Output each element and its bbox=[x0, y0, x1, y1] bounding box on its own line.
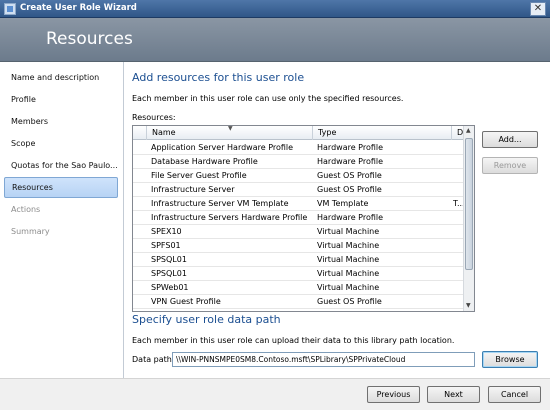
previous-button[interactable]: Previous bbox=[367, 386, 420, 403]
window-title: Create User Role Wizard bbox=[20, 3, 137, 13]
resource-type: Guest OS Profile bbox=[317, 171, 382, 180]
remove-resource-button[interactable]: Remove bbox=[482, 157, 538, 174]
page-title: Resources bbox=[46, 29, 133, 49]
scroll-down-icon[interactable]: ▼ bbox=[466, 303, 471, 309]
resource-type: Hardware Profile bbox=[317, 143, 384, 152]
data-path-label: Data path: bbox=[132, 355, 175, 364]
nav-item-quotas[interactable]: Quotas for the Sao Paulo... bbox=[4, 155, 118, 176]
resource-d bbox=[453, 267, 463, 281]
resource-type: Hardware Profile bbox=[317, 157, 384, 166]
data-path-field[interactable]: \\WIN-PNNSMPE0SM8.Contoso.msft\SPLibrary… bbox=[172, 352, 475, 367]
column-header-type[interactable]: Type bbox=[313, 126, 452, 140]
table-row[interactable]: SPFS01 Virtual Machine bbox=[133, 239, 464, 253]
nav-item-actions[interactable]: Actions bbox=[4, 199, 118, 220]
resource-d bbox=[453, 169, 463, 183]
resource-type: Virtual Machine bbox=[317, 227, 380, 236]
resource-name: SPEX10 bbox=[151, 227, 182, 236]
table-row[interactable]: SPEX10 Virtual Machine bbox=[133, 225, 464, 239]
close-button[interactable]: ✕ bbox=[530, 2, 546, 16]
nav-item-name-and-description[interactable]: Name and description bbox=[4, 67, 118, 88]
resource-name: SPFS01 bbox=[151, 241, 181, 250]
resource-d bbox=[453, 155, 463, 169]
resource-d: T... bbox=[453, 199, 463, 208]
resource-name: Infrastructure Server bbox=[151, 185, 235, 194]
resource-name: Application Server Hardware Profile bbox=[151, 143, 294, 152]
title-bar: Create User Role Wizard ✕ bbox=[0, 0, 550, 18]
sort-descending-icon: ▼ bbox=[228, 125, 233, 132]
resource-d bbox=[453, 295, 463, 309]
resource-type: VM Template bbox=[317, 199, 369, 208]
resource-type: Virtual Machine bbox=[317, 283, 380, 292]
table-row[interactable]: Database Hardware Profile Hardware Profi… bbox=[133, 155, 464, 169]
resource-d bbox=[453, 281, 463, 295]
resource-type: Guest OS Profile bbox=[317, 297, 382, 306]
data-path-heading: Specify user role data path bbox=[132, 313, 281, 326]
scroll-up-icon[interactable]: ▲ bbox=[466, 128, 471, 134]
table-row[interactable]: File Server Guest Profile Guest OS Profi… bbox=[133, 169, 464, 183]
resource-d bbox=[453, 239, 463, 253]
resource-d bbox=[453, 253, 463, 267]
resource-d bbox=[453, 183, 463, 197]
nav-item-summary[interactable]: Summary bbox=[4, 221, 118, 242]
table-row[interactable]: SPSQL01 Virtual Machine bbox=[133, 253, 464, 267]
resource-name: Infrastructure Servers Hardware Profile bbox=[151, 213, 308, 222]
resource-name: VPN Guest Profile bbox=[151, 297, 221, 306]
resource-type: Virtual Machine bbox=[317, 255, 380, 264]
next-button[interactable]: Next bbox=[427, 386, 480, 403]
wizard-step-list: Name and description Profile Members Sco… bbox=[0, 62, 124, 378]
app-icon bbox=[4, 3, 16, 15]
scrollbar-thumb[interactable] bbox=[465, 138, 473, 270]
nav-item-members[interactable]: Members bbox=[4, 111, 118, 132]
resource-name: SPSQL01 bbox=[151, 255, 187, 264]
wizard-banner: Resources bbox=[0, 18, 550, 62]
resource-name: Infrastructure Server VM Template bbox=[151, 199, 289, 208]
table-row[interactable]: Infrastructure Server Guest OS Profile bbox=[133, 183, 464, 197]
table-row[interactable]: Infrastructure Servers Hardware Profile … bbox=[133, 211, 464, 225]
table-row[interactable]: SPSQL01 Virtual Machine bbox=[133, 267, 464, 281]
nav-item-scope[interactable]: Scope bbox=[4, 133, 118, 154]
table-row[interactable]: VPN Guest Profile Guest OS Profile bbox=[133, 295, 464, 309]
resources-heading: Add resources for this user role bbox=[132, 71, 305, 84]
cancel-button[interactable]: Cancel bbox=[488, 386, 541, 403]
resource-type: Guest OS Profile bbox=[317, 185, 382, 194]
resources-list-scrollbar[interactable]: ▲ ▼ bbox=[463, 126, 474, 311]
resource-d bbox=[453, 211, 463, 225]
resource-name: File Server Guest Profile bbox=[151, 171, 247, 180]
resources-list[interactable]: Name ▼ Type D Application Server Hardwar… bbox=[132, 125, 475, 312]
data-path-description: Each member in this user role can upload… bbox=[132, 336, 455, 345]
browse-button[interactable]: Browse bbox=[482, 351, 538, 368]
table-row[interactable]: Infrastructure Server VM Template VM Tem… bbox=[133, 197, 464, 211]
resource-d bbox=[453, 141, 463, 155]
table-row[interactable]: SPWeb01 Virtual Machine bbox=[133, 281, 464, 295]
table-row[interactable]: Application Server Hardware Profile Hard… bbox=[133, 141, 464, 155]
resources-list-header: Name ▼ Type D bbox=[133, 126, 464, 140]
nav-item-profile[interactable]: Profile bbox=[4, 89, 118, 110]
resource-d bbox=[453, 225, 463, 239]
header-spacer bbox=[133, 126, 147, 140]
resources-description: Each member in this user role can use on… bbox=[132, 94, 404, 103]
resource-name: Database Hardware Profile bbox=[151, 157, 258, 166]
resource-type: Virtual Machine bbox=[317, 241, 380, 250]
resource-type: Hardware Profile bbox=[317, 213, 384, 222]
resource-type: Virtual Machine bbox=[317, 269, 380, 278]
resources-list-label: Resources: bbox=[132, 113, 176, 122]
add-resource-button[interactable]: Add... bbox=[482, 131, 538, 148]
nav-item-resources[interactable]: Resources bbox=[4, 177, 118, 198]
resource-name: SPSQL01 bbox=[151, 269, 187, 278]
resource-name: SPWeb01 bbox=[151, 283, 189, 292]
